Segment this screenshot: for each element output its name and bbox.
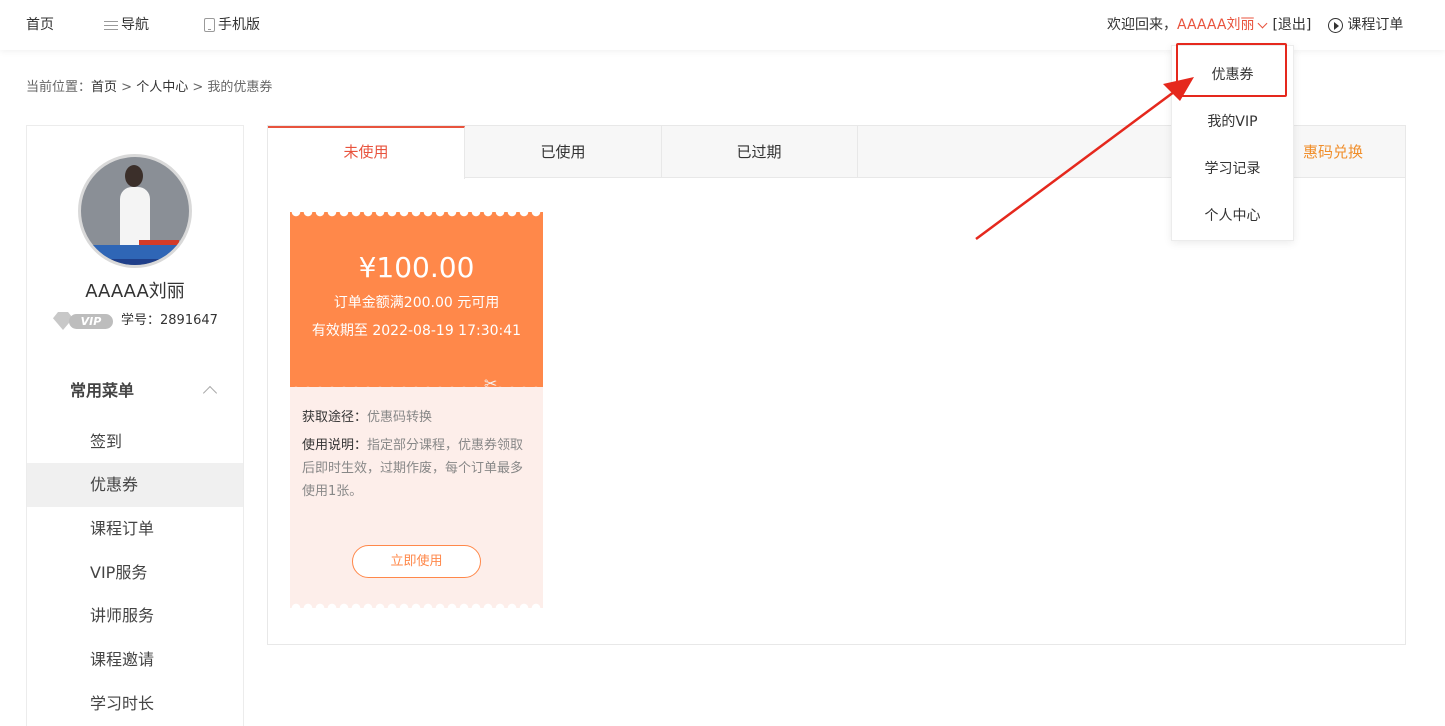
username-dropdown-toggle[interactable]: AAAAA刘丽 — [1177, 16, 1254, 34]
redeem-code-link[interactable]: 惠码兑换 — [1303, 126, 1363, 178]
sidebar-item-label: 优惠券 — [90, 475, 139, 494]
sidebar: AAAAA刘丽 VIP 学号：2891647 常用菜单 签到 优惠券 课程订单 … — [26, 125, 244, 726]
coupon-source-label: 获取途径： — [302, 410, 368, 425]
vip-label: VIP — [69, 314, 113, 329]
breadcrumb-item-home[interactable]: 首页 — [91, 80, 117, 95]
coupon-amount: ¥100.00 — [358, 251, 475, 284]
nav-mobile-link[interactable]: 手机版 — [204, 16, 260, 34]
breadcrumb-separator: > — [188, 80, 208, 95]
coupon-condition: 订单金额满200.00 元可用 — [333, 295, 500, 311]
sidebar-item-label: 学习时长 — [90, 694, 155, 713]
chevron-up-icon[interactable] — [202, 385, 218, 401]
chevron-down-icon[interactable] — [1258, 18, 1268, 28]
nav-home-link[interactable]: 首页 — [26, 16, 54, 34]
sidebar-item-course-invite[interactable]: 课程邀请 — [27, 638, 243, 682]
avatar[interactable] — [78, 154, 192, 268]
nav-home-label: 首页 — [26, 17, 54, 33]
scissors-icon: ✂ — [484, 374, 498, 393]
nav-mobile-label: 手机版 — [218, 17, 260, 33]
sidebar-section-title: 常用菜单 — [70, 381, 135, 400]
coupon-source-value: 优惠码转换 — [367, 410, 433, 425]
nav-guide-label: 导航 — [121, 17, 149, 33]
coupon-header: ¥100.00 订单金额满200.00 元可用 有效期至 2022-08-19 … — [290, 212, 543, 387]
user-area: 欢迎回来， AAAAA刘丽 [退出] 课程订单 — [1107, 16, 1403, 34]
vip-badge: VIP — [53, 311, 115, 331]
student-id: 学号：2891647 — [121, 313, 218, 328]
play-circle-icon — [1328, 17, 1344, 33]
menu-icon — [104, 20, 118, 31]
breadcrumb-item-current: 我的优惠券 — [207, 80, 273, 95]
sidebar-item-label: 课程邀请 — [90, 650, 155, 669]
breadcrumb-item-user-center[interactable]: 个人中心 — [136, 80, 188, 95]
sidebar-item-label: 签到 — [90, 432, 123, 451]
sidebar-item-study-time[interactable]: 学习时长 — [27, 682, 243, 726]
tab-expired[interactable]: 已过期 — [661, 126, 858, 178]
course-orders-label: 课程订单 — [1347, 17, 1404, 33]
sidebar-item-label: 讲师服务 — [90, 606, 155, 625]
sidebar-item-label: VIP服务 — [90, 563, 148, 582]
sidebar-item-lecturer-service[interactable]: 讲师服务 — [27, 594, 243, 638]
dropdown-item-my-vip[interactable]: 我的VIP — [1172, 99, 1293, 146]
coupon-usage-label: 使用说明： — [302, 438, 368, 453]
breadcrumb-separator: > — [117, 80, 137, 95]
nav-guide-link[interactable]: 导航 — [104, 16, 149, 34]
course-orders-link[interactable]: 课程订单 — [1328, 16, 1403, 34]
use-now-button[interactable]: 立即使用 — [352, 545, 481, 578]
tab-unused[interactable]: 未使用 — [268, 126, 465, 179]
sidebar-item-label: 课程订单 — [90, 519, 155, 538]
dropdown-item-study-records[interactable]: 学习记录 — [1172, 146, 1293, 193]
coupon-expiry: 有效期至 2022-08-19 17:30:41 — [311, 323, 522, 339]
coupon-card: ¥100.00 订单金额满200.00 元可用 有效期至 2022-08-19 … — [290, 212, 543, 608]
user-name: AAAAA刘丽 — [85, 281, 185, 302]
breadcrumb: 当前位置：首页 > 个人中心 > 我的优惠券 — [26, 80, 272, 96]
tab-used[interactable]: 已使用 — [465, 126, 662, 178]
user-meta: VIP 学号：2891647 — [53, 311, 218, 331]
sidebar-item-checkin[interactable]: 签到 — [27, 420, 243, 464]
welcome-text: 欢迎回来， — [1107, 17, 1177, 33]
mobile-phone-icon — [204, 18, 215, 32]
sidebar-item-coupons[interactable]: 优惠券 — [27, 463, 243, 507]
coupon-source: 获取途径：优惠码转换 — [302, 406, 534, 429]
annotation-highlight-box — [1176, 43, 1287, 97]
sidebar-item-vip-service[interactable]: VIP服务 — [27, 551, 243, 595]
dropdown-item-user-center[interactable]: 个人中心 — [1172, 193, 1293, 240]
logout-link[interactable]: [退出] — [1272, 16, 1311, 34]
sidebar-item-course-orders[interactable]: 课程订单 — [27, 507, 243, 551]
coupon-usage: 使用说明：指定部分课程，优惠券领取后即时生效，过期作废，每个订单最多使用1张。 — [302, 434, 534, 503]
breadcrumb-prefix: 当前位置： — [26, 80, 92, 95]
